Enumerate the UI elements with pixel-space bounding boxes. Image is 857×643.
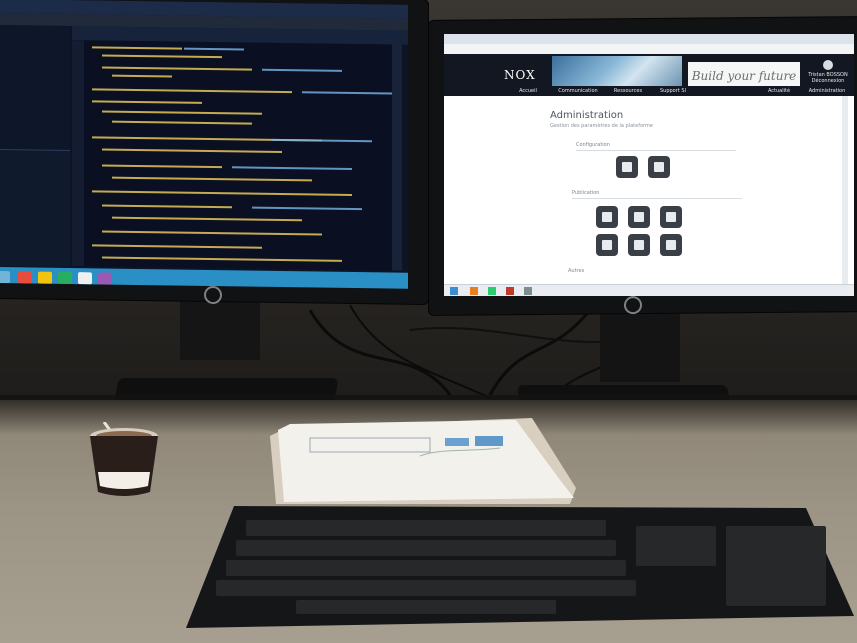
- start-icon[interactable]: [450, 287, 458, 295]
- app-icon[interactable]: [18, 271, 32, 284]
- hp-logo-left: [204, 285, 222, 305]
- ide-code-editor: [72, 40, 402, 271]
- avatar: [823, 60, 833, 70]
- divider: [576, 150, 736, 151]
- nav-item-communication[interactable]: Communication: [552, 87, 604, 95]
- app-icon[interactable]: [98, 272, 112, 285]
- calendar-icon[interactable]: [628, 206, 650, 228]
- site-logo[interactable]: NOX: [504, 68, 536, 82]
- document-icon[interactable]: [660, 206, 682, 228]
- coffee-cup: [90, 422, 158, 496]
- page-title: Administration: [550, 110, 624, 121]
- app-icon[interactable]: [524, 287, 532, 295]
- logout-link[interactable]: Déconnexion: [804, 78, 852, 84]
- phone-icon[interactable]: [616, 156, 638, 178]
- nav-item-ressources[interactable]: Ressources: [606, 87, 650, 95]
- nav-item-actualite[interactable]: Actualité: [758, 87, 800, 95]
- browser-tabs[interactable]: [444, 34, 854, 44]
- news-icon[interactable]: [628, 234, 650, 256]
- page-subtitle: Gestion des paramètres de la plateforme: [550, 123, 653, 129]
- app-icon[interactable]: [58, 271, 72, 285]
- papers: [270, 418, 576, 504]
- start-icon[interactable]: [0, 271, 10, 284]
- nav-search[interactable]: [696, 87, 756, 95]
- folder-icon[interactable]: [38, 271, 52, 284]
- hp-logo-right: [624, 296, 642, 315]
- keyboard: [186, 506, 854, 628]
- nav-item-administration[interactable]: Administration: [802, 87, 852, 95]
- app-icon[interactable]: [470, 287, 478, 295]
- left-screen-ide: [0, 0, 408, 289]
- scrollbar[interactable]: [842, 96, 848, 286]
- nav-item-support[interactable]: Support SI: [652, 87, 694, 95]
- right-screen-browser: NOX Build your future Tristan BOSSON Déc…: [444, 34, 854, 296]
- section-label: Configuration: [576, 142, 610, 148]
- users-icon[interactable]: [648, 156, 670, 178]
- section-label: Autres: [568, 268, 585, 274]
- app-icon[interactable]: [488, 287, 496, 295]
- ide-outline-panel: [0, 148, 70, 268]
- monitor-stand-left: [180, 300, 260, 360]
- taskbar-right: [444, 284, 854, 296]
- taskbar-left: [0, 266, 408, 289]
- info-icon[interactable]: [596, 234, 618, 256]
- list-icon[interactable]: [660, 234, 682, 256]
- section-label: Publication: [572, 190, 600, 196]
- monitor-left: [0, 0, 429, 306]
- monitor-stand-right: [600, 312, 680, 382]
- divider: [572, 198, 742, 199]
- nav-item-accueil[interactable]: Accueil: [506, 87, 550, 95]
- app-icon[interactable]: [78, 272, 92, 285]
- edit-icon[interactable]: [596, 206, 618, 228]
- app-icon[interactable]: [506, 287, 514, 295]
